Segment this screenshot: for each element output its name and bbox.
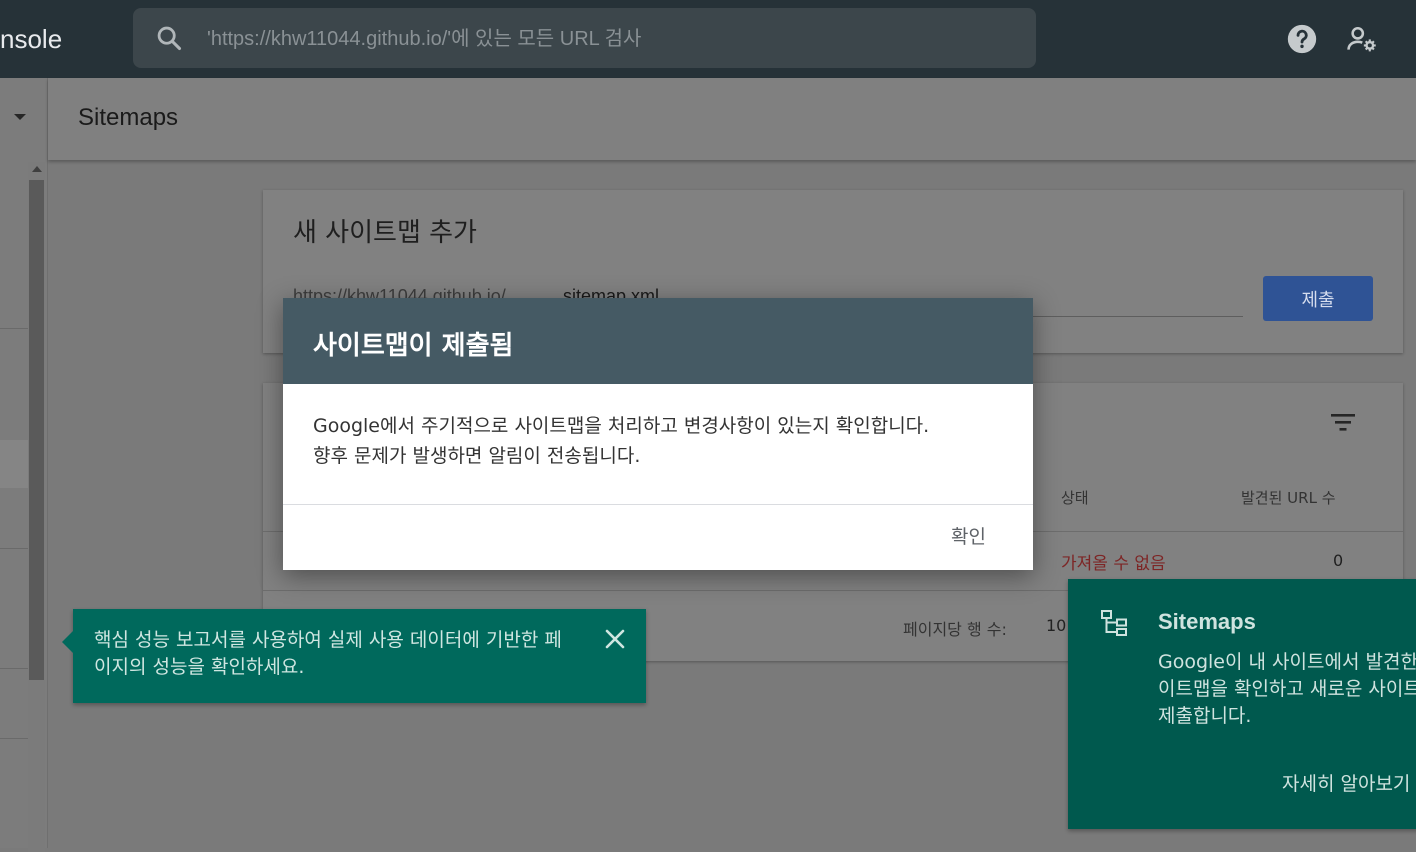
rows-per-page-select[interactable]: 10 (1046, 616, 1066, 635)
tip-bubble: 핵심 성능 보고서를 사용하여 실제 사용 데이터에 기반한 페이지의 성능을 … (62, 609, 646, 703)
nav-divider (0, 548, 28, 549)
tip-text: 핵심 성능 보고서를 사용하여 실제 사용 데이터에 기반한 페이지의 성능을 … (94, 629, 562, 678)
left-navigation (0, 78, 48, 852)
page-header: Sitemaps (48, 78, 1416, 160)
dialog-body: Google에서 주기적으로 사이트맵을 처리하고 변경사항이 있는지 확인합니… (313, 411, 1013, 471)
dialog-title: 사이트맵이 제출됨 (313, 331, 514, 361)
url-inspect-search[interactable] (133, 8, 1036, 68)
dialog-divider (283, 504, 1033, 505)
sitemap-tree-icon (1101, 610, 1127, 636)
add-sitemap-title: 새 사이트맵 추가 (293, 218, 477, 248)
ok-button[interactable]: 확인 (951, 522, 986, 549)
search-input[interactable] (205, 22, 1009, 56)
property-dropdown-caret[interactable] (14, 114, 26, 120)
column-header-found-urls[interactable]: 발견된 URL 수 (1241, 487, 1336, 508)
column-header-status[interactable]: 상태 (1061, 487, 1089, 508)
info-title: Sitemaps (1158, 609, 1256, 634)
submit-button[interactable]: 제출 (1263, 276, 1373, 321)
app-name: nsole (0, 24, 63, 54)
nav-divider (0, 668, 28, 669)
table-cell-found-urls: 0 (1333, 551, 1344, 570)
nav-divider (0, 328, 28, 329)
info-description: Google이 내 사이트에서 발견한 사이트맵을 확인하고 새로운 사이트맵을… (1158, 651, 1416, 727)
top-app-bar: nsole (0, 0, 1416, 78)
learn-more-link[interactable]: 자세히 알아보기 (1282, 769, 1410, 796)
tip-arrow (62, 631, 73, 653)
sitemaps-info-panel: Sitemaps Google이 내 사이트에서 발견한 사이트맵을 확인하고 … (1068, 579, 1416, 829)
dialog-body-line: Google에서 주기적으로 사이트맵을 처리하고 변경사항이 있는지 확인합니… (313, 415, 930, 437)
nav-scroll-thumb[interactable] (29, 180, 44, 680)
sitemap-submitted-dialog: 사이트맵이 제출됨 Google에서 주기적으로 사이트맵을 처리하고 변경사항… (283, 298, 1033, 570)
manage-users-icon[interactable] (1345, 22, 1379, 56)
scroll-up-arrow[interactable] (32, 166, 42, 172)
close-icon[interactable] (603, 627, 627, 651)
dialog-header: 사이트맵이 제출됨 (283, 298, 1033, 384)
filter-icon[interactable] (1329, 411, 1357, 433)
page-title: Sitemaps (78, 104, 179, 131)
help-icon[interactable] (1285, 22, 1319, 56)
nav-item-selected[interactable] (0, 440, 28, 488)
table-cell-status: 가져올 수 없음 (1061, 554, 1166, 574)
search-icon[interactable] (155, 24, 183, 52)
rows-per-page-label: 페이지당 행 수: (903, 620, 1007, 639)
nav-divider (0, 738, 28, 739)
dialog-body-line: 향후 문제가 발생하면 알림이 전송됩니다. (313, 445, 641, 467)
